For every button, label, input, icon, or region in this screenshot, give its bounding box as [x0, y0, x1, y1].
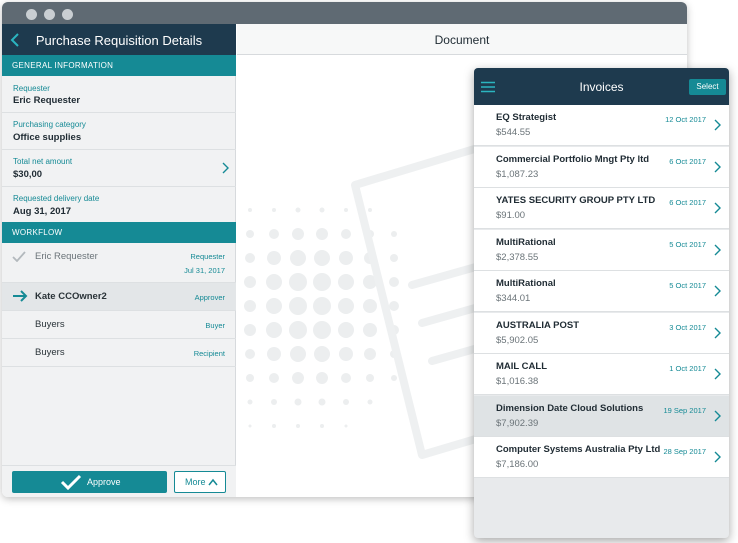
invoice-row[interactable]: Computer Systems Australia Pty Ltd $7,186…	[474, 437, 729, 478]
window-titlebar	[2, 2, 687, 24]
invoice-vendor-name: Commercial Portfolio Mngt Pty ltd	[496, 153, 650, 165]
requester-field: Requester Eric Requester	[2, 76, 236, 113]
invoice-vendor-name: Dimension Date Cloud Solutions	[496, 402, 644, 414]
workflow-step-name: Buyers	[35, 347, 65, 358]
invoice-vendor-name: MultiRational	[496, 236, 556, 248]
chevron-right-icon	[714, 410, 721, 421]
chevron-right-icon[interactable]	[221, 162, 229, 174]
workflow-step-role: Recipient	[193, 349, 225, 358]
invoice-date: 28 Sep 2017	[663, 447, 706, 456]
approve-button[interactable]: Approve	[12, 471, 167, 493]
purchasing-category-label: Purchasing category	[13, 120, 86, 129]
more-button[interactable]: More	[174, 471, 226, 493]
chevron-right-icon	[714, 244, 721, 255]
window-minimize-dot[interactable]	[44, 9, 55, 20]
invoice-date: 12 Oct 2017	[665, 115, 706, 124]
invoice-vendor-name: EQ Strategist	[496, 112, 557, 123]
invoice-row[interactable]: AUSTRALIA POST $5,902.05 3 Oct 2017	[474, 312, 729, 354]
delivery-date-field: Requested delivery date Aug 31, 2017	[2, 187, 236, 224]
window-zoom-dot[interactable]	[62, 9, 73, 20]
delivery-date-label: Requested delivery date	[13, 194, 100, 203]
invoice-vendor-name: Computer Systems Australia Pty Ltd	[496, 444, 661, 455]
invoice-date: 19 Sep 2017	[663, 405, 706, 415]
arrow-right-icon	[13, 290, 28, 302]
invoice-amount: $7,902.39	[496, 417, 539, 429]
chevron-right-icon	[714, 451, 721, 463]
chevron-right-icon	[714, 202, 721, 214]
invoice-date: 5 Oct 2017	[669, 281, 706, 290]
chevron-up-icon	[208, 478, 218, 486]
invoice-date: 6 Oct 2017	[669, 198, 706, 207]
workflow-step-date: Jul 31, 2017	[184, 266, 225, 275]
invoice-amount: $5,902.05	[496, 334, 539, 346]
workflow-step-name: Buyers	[35, 319, 65, 330]
invoice-vendor-name: MultiRational	[496, 278, 556, 289]
workflow-step-approver[interactable]: Kate CCOwner2 Approver	[2, 283, 236, 311]
general-information-header: General Information	[2, 55, 236, 76]
invoice-date: 1 Oct 2017	[669, 364, 706, 373]
checkmark-icon	[12, 251, 26, 262]
workflow-step-name: Eric Requester	[35, 251, 98, 262]
invoice-row[interactable]: YATES SECURITY GROUP PTY LTD $91.00 6 Oct …	[474, 188, 729, 229]
invoice-date: 3 Oct 2017	[669, 322, 706, 332]
workflow-step-role: Buyer	[205, 321, 225, 330]
invoice-vendor-name: YATES SECURITY GROUP PTY LTD	[496, 195, 656, 206]
requester-label: Requester	[13, 84, 50, 93]
page-title: Purchase Requisition Details	[35, 33, 203, 48]
workflow-header: Workflow	[2, 222, 236, 243]
workflow-step-name: Kate CCOwner2	[35, 291, 107, 302]
total-net-amount-label: Total net amount	[13, 157, 73, 166]
workflow-step-buyer[interactable]: Buyers Buyer	[2, 311, 236, 339]
invoice-amount: $1,016.38	[496, 376, 539, 387]
requisition-header: Purchase Requisition Details	[2, 24, 236, 55]
invoice-amount: $544.55	[496, 127, 531, 138]
chevron-right-icon	[714, 119, 721, 131]
purchasing-category-value: Office supplies	[13, 132, 82, 143]
invoices-header: Invoices Select	[474, 68, 729, 105]
action-bar: Approve More	[2, 465, 236, 497]
invoice-amount: $91.00	[496, 210, 526, 221]
invoice-vendor-name: AUSTRALIA POST	[496, 319, 580, 331]
invoices-panel: Invoices Select EQ Strategist $544.55 12 O…	[474, 68, 729, 538]
invoice-date: 6 Oct 2017	[669, 156, 706, 166]
chevron-right-icon	[714, 285, 721, 297]
total-net-amount-value: $30,00	[13, 169, 43, 180]
requester-value: Eric Requester	[13, 95, 81, 106]
invoice-amount: $7,186.00	[496, 459, 539, 470]
window-close-dot[interactable]	[26, 9, 37, 20]
document-header: Document	[237, 24, 687, 55]
more-label: More	[185, 477, 206, 487]
select-button[interactable]: Select	[689, 79, 726, 95]
purchasing-category-field: Purchasing category Office supplies	[2, 113, 236, 150]
total-net-amount-field[interactable]: Total net amount $30,00	[2, 150, 236, 187]
workflow-step-requester[interactable]: Eric Requester Requester Jul 31, 2017	[2, 243, 236, 283]
invoice-date: 5 Oct 2017	[669, 239, 706, 249]
chevron-right-icon	[714, 327, 721, 338]
workflow-step-recipient[interactable]: Buyers Recipient	[2, 339, 236, 367]
document-title: Document	[434, 33, 490, 47]
workflow-step-role: Approver	[194, 293, 225, 302]
invoice-vendor-name: MAIL CALL	[496, 361, 548, 372]
workflow-step-role: Requester	[190, 252, 225, 261]
invoice-amount: $344.01	[496, 293, 531, 304]
invoice-amount: $2,378.55	[496, 251, 539, 263]
delivery-date-value: Aug 31, 2017	[13, 206, 72, 217]
invoice-row[interactable]: MAIL CALL $1,016.38 1 Oct 2017	[474, 354, 729, 395]
invoice-amount: $1,087.23	[496, 168, 539, 180]
approve-label: Approve	[87, 477, 121, 487]
invoice-row[interactable]: EQ Strategist $544.55 12 Oct 2017	[474, 105, 729, 146]
requisition-details-pane: Purchase Requisition Details General Inf…	[2, 24, 236, 497]
invoice-row[interactable]: Dimension Date Cloud Solutions $7,902.39 1…	[474, 395, 729, 437]
chevron-right-icon	[714, 368, 721, 380]
checkmark-icon	[60, 474, 82, 490]
chevron-right-icon	[714, 161, 721, 172]
invoice-row[interactable]: MultiRational $2,378.55 5 Oct 2017	[474, 229, 729, 271]
invoice-row[interactable]: Commercial Portfolio Mngt Pty ltd $1,087.…	[474, 146, 729, 188]
invoice-row[interactable]: MultiRational $344.01 5 Oct 2017	[474, 271, 729, 312]
